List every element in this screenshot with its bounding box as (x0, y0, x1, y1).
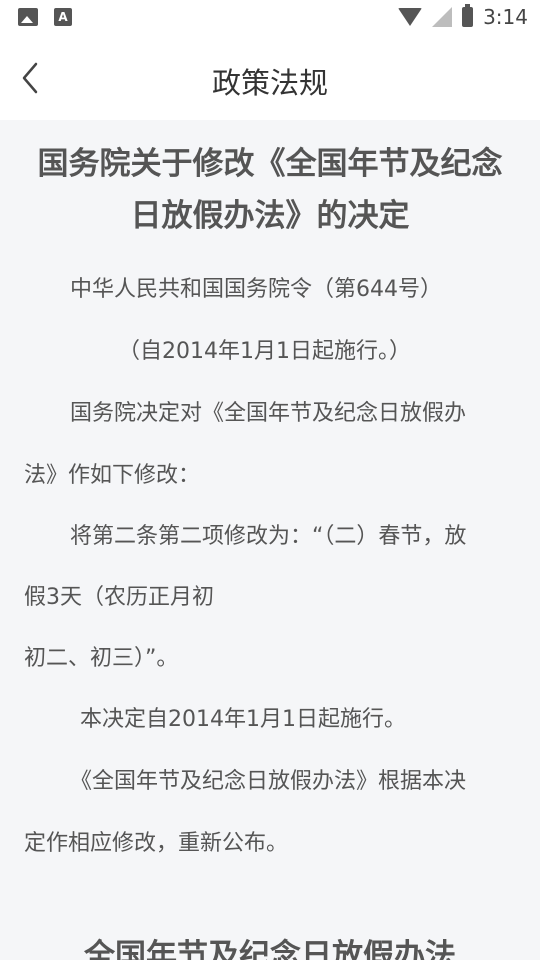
no-signal-icon (432, 7, 453, 27)
battery-charging-icon (462, 4, 474, 27)
article-line-amend-1: 将第二条第二项修改为：“（二）春节，放 (70, 524, 467, 549)
section-title: 全国年节及纪念日放假办法 (84, 938, 456, 960)
wifi-icon (398, 8, 423, 26)
article-title: 国务院关于修改《全国年节及纪念 日放假办法》的决定 (20, 138, 520, 242)
article-line-amend-2: 假3天（农历正月初 (24, 585, 214, 610)
article-title-line-1: 国务院关于修改《全国年节及纪念 (37, 146, 503, 182)
article-title-line-2: 日放假办法》的决定 (130, 198, 410, 234)
status-bar: A 3:14 (0, 0, 540, 36)
article-line-decision-1: 国务院决定对《全国年节及纪念日放假办 (70, 401, 467, 426)
article-line-enforce: 本决定自2014年1月1日起施行。 (80, 707, 406, 732)
status-time: 3:14 (483, 5, 528, 29)
app-header: 政策法规 (0, 36, 540, 120)
article-line-effective: （自2014年1月1日起施行。） (118, 339, 411, 364)
article-line-decision-2: 法》作如下修改： (24, 463, 201, 488)
system-icons: 3:14 (398, 4, 528, 29)
article-line-republish-2: 定作相应修改，重新公布。 (24, 831, 289, 856)
notification-icons: A (18, 8, 72, 26)
a-icon: A (54, 8, 72, 26)
article-line-republish-1: 《全国年节及纪念日放假办法》根据本决 (70, 769, 467, 794)
image-icon (18, 8, 38, 26)
article-line-decree: 中华人民共和国国务院令（第644号） (70, 277, 442, 302)
article-content[interactable]: 国务院关于修改《全国年节及纪念 日放假办法》的决定 中华人民共和国国务院令（第6… (0, 120, 540, 960)
article-line-amend-3: 初二、初三）”。 (24, 646, 179, 671)
page-title: 政策法规 (211, 66, 328, 100)
